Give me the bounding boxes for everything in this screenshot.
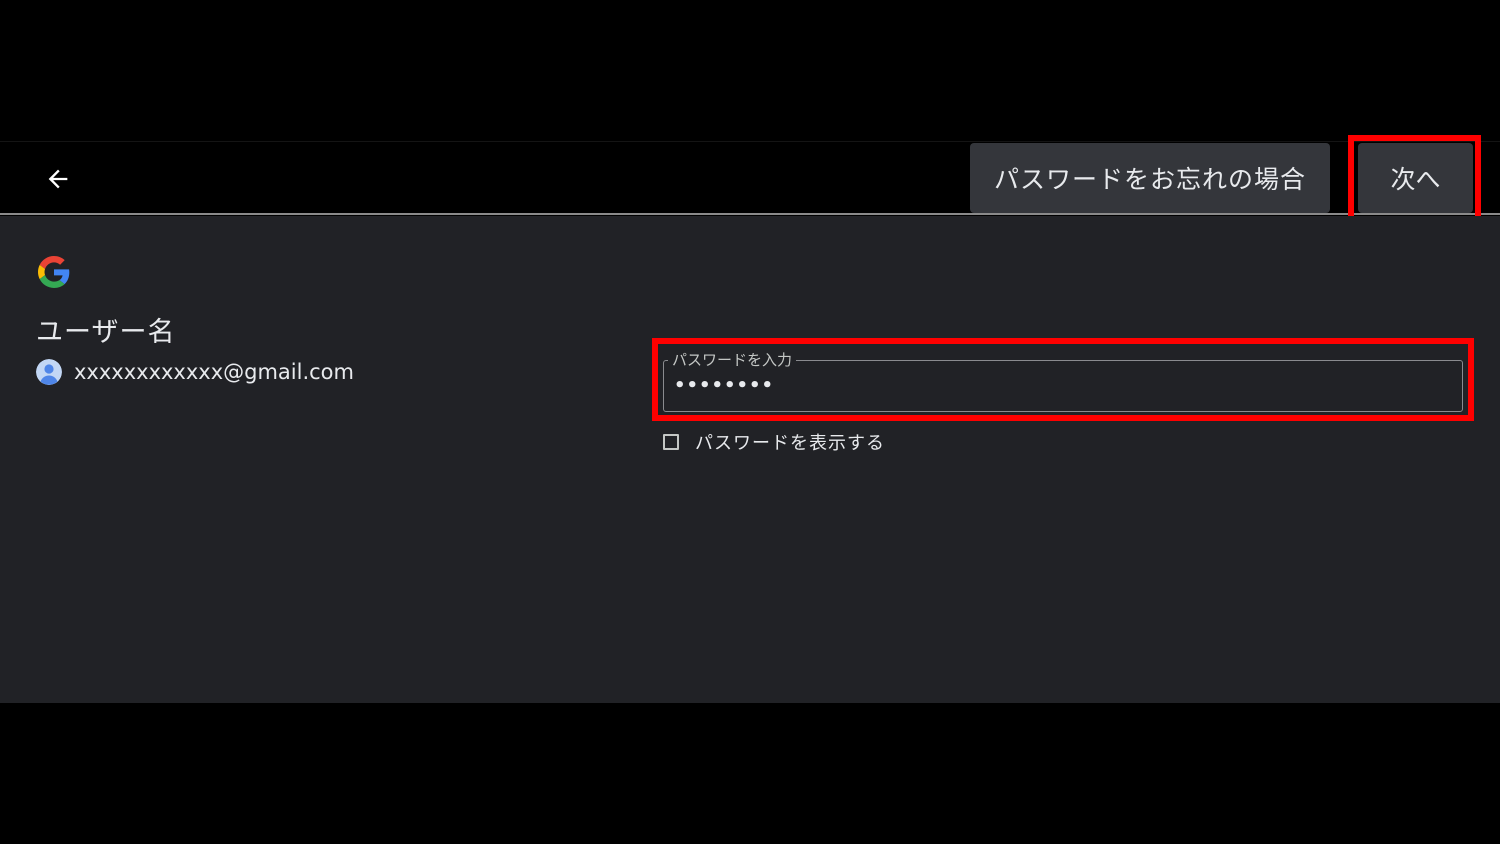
avatar-person-icon xyxy=(36,359,62,385)
back-button[interactable] xyxy=(30,154,86,204)
show-password-label: パスワードを表示する xyxy=(695,433,885,454)
screen: パスワードをお忘れの場合 次へ ユーザー名 xxxxxxxxxxxx@gmail… xyxy=(0,0,1500,844)
top-bar: パスワードをお忘れの場合 次へ xyxy=(0,141,1500,215)
show-password-checkbox[interactable] xyxy=(663,434,679,450)
signin-panel: ユーザー名 xxxxxxxxxxxx@gmail.com パスワードを入力 ••… xyxy=(0,216,1500,703)
arrow-left-icon xyxy=(48,169,68,189)
show-password-toggle[interactable]: パスワードを表示する xyxy=(663,428,885,456)
account-title: ユーザー名 xyxy=(36,317,176,348)
account-email: xxxxxxxxxxxx@gmail.com xyxy=(74,360,354,384)
google-g-icon xyxy=(38,256,70,288)
forgot-password-button[interactable]: パスワードをお忘れの場合 xyxy=(970,143,1330,213)
password-field-highlight xyxy=(652,338,1474,421)
next-button-highlight xyxy=(1348,135,1481,222)
account-chip: xxxxxxxxxxxx@gmail.com xyxy=(36,356,354,388)
